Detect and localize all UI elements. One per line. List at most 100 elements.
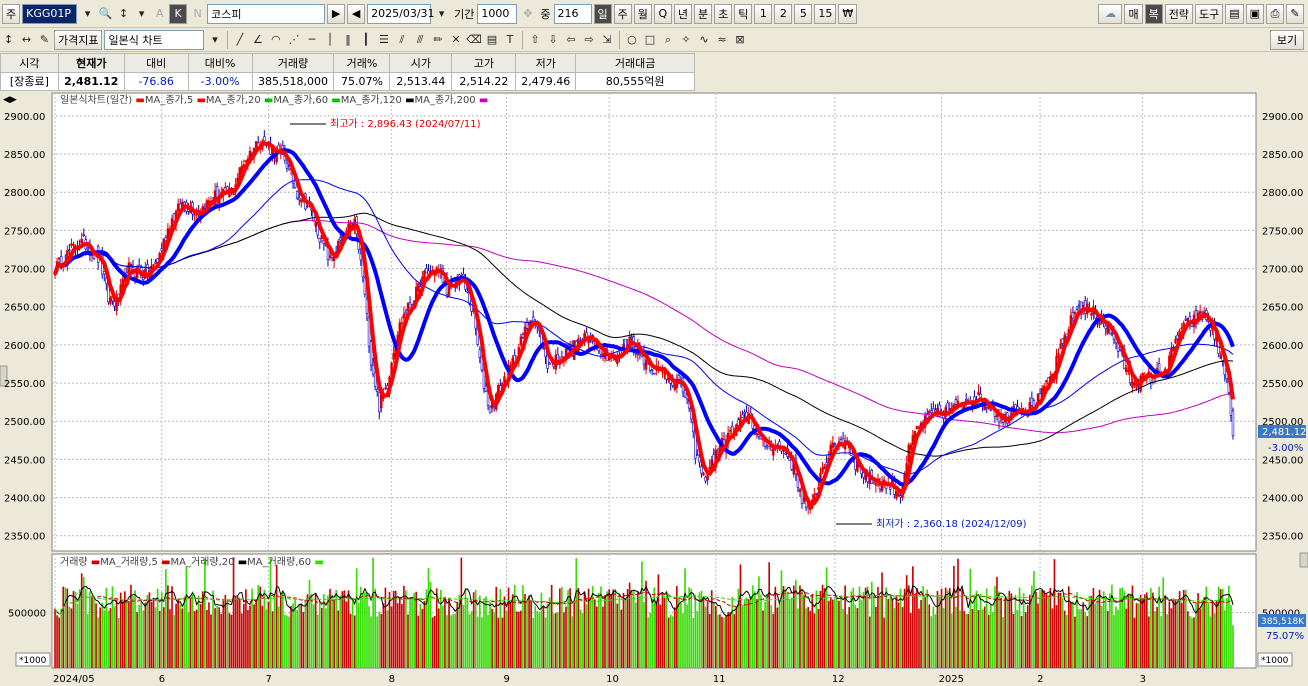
fib-time-icon[interactable]: ┃ [357,30,374,50]
grid-lines-icon[interactable]: ☰ [375,30,392,50]
pencil-icon[interactable]: ✏ [429,30,446,50]
next-icon[interactable]: ▶ [327,3,346,24]
volume-bar [680,603,682,668]
gann-icon[interactable]: ⫽ [393,30,410,50]
edit-icon[interactable]: ✎ [36,30,53,50]
fan-tool-icon[interactable]: ⋰ [285,30,302,50]
period-5[interactable]: 5 [794,3,813,24]
quote-header: 저가 [515,53,577,73]
move-icon[interactable]: ✥ [519,4,536,24]
horizontal-line-icon[interactable]: ─ [303,30,320,50]
candle-body [527,322,531,326]
period-month[interactable]: 월 [633,3,652,24]
save-icon[interactable]: ▣ [1245,3,1264,24]
period-day[interactable]: 일 [593,3,612,24]
sort-icon[interactable]: ↕ [115,4,132,24]
eraser-icon[interactable]: ⌫ [465,30,482,50]
line-tool-icon[interactable]: ╱ [231,30,248,50]
period-15[interactable]: 15 [814,3,837,24]
magic-icon[interactable]: ✧ [677,30,694,50]
vol-tick-label: 500000 [8,608,46,619]
volume-bar [813,613,816,668]
prev-icon[interactable]: ◀ [347,3,366,24]
cross-icon[interactable]: ✕ [447,30,464,50]
bok-button[interactable]: 복 [1144,3,1163,24]
print-icon[interactable]: ⎙ [1266,3,1284,24]
n-button[interactable]: N [189,4,206,24]
chart-type-button[interactable]: 주 [2,3,21,24]
a-icon[interactable]: A [151,4,168,24]
volume-bar [690,588,693,668]
volume-bar [532,617,535,668]
panel-nav-icon[interactable]: ◀▶ [3,95,17,105]
rectangle-icon[interactable]: □ [641,30,658,50]
k-button[interactable]: K [169,3,188,24]
wave-icon[interactable]: ≈ [713,30,730,50]
arrow-left-icon[interactable]: ⇦ [562,30,579,50]
strategy-button[interactable]: 전략 [1164,3,1193,24]
note-icon[interactable]: ▤ [483,30,500,50]
volume-bar [522,585,524,668]
period-minute[interactable]: 분 [694,3,713,24]
chart-type-select[interactable]: 일본식 차트 [104,29,205,50]
price-index-button[interactable]: 가격지표 [54,29,103,50]
code-input[interactable]: KGG01P [22,3,78,24]
settings-icon[interactable]: ✎ [1286,3,1304,24]
circle-icon[interactable]: ○ [623,30,640,50]
period-year[interactable]: 년 [673,3,692,24]
period-tick[interactable]: 틱 [734,3,753,24]
leftright-icon[interactable]: ↔ [18,30,35,50]
volume-bar [193,611,196,668]
right-collapse-handle[interactable] [1299,552,1308,568]
candle-body [601,353,605,356]
volume-bar [1209,616,1212,668]
vertical-line-icon[interactable]: │ [321,30,338,50]
fib-icon[interactable]: ‖ [339,30,356,50]
mid-input[interactable]: 216 [553,3,592,24]
period-second[interactable]: 초 [714,3,733,24]
volume-bar [197,595,200,668]
period-week[interactable]: 주 [613,3,632,24]
volume-bar [1125,608,1128,668]
delete-icon[interactable]: ⊠ [731,30,748,50]
market-name-field[interactable]: 코스피 [207,3,326,24]
arrow-down-icon[interactable]: ⇩ [544,30,561,50]
arrow-box-icon[interactable]: ⇲ [598,30,615,50]
date-input[interactable]: 2025/03/31 [367,3,435,24]
tools-button[interactable]: 도구 [1194,3,1224,24]
chart-type-dropdown-icon[interactable]: ▾ [206,30,223,50]
folder-icon[interactable]: ▤ [1225,3,1244,24]
view-button[interactable]: 보기 [1270,29,1304,50]
search-icon[interactable]: 🔍 [97,4,114,24]
volume-bar [616,603,619,668]
calendar-dropdown-icon[interactable]: ▾ [433,4,450,24]
period-1[interactable]: 1 [754,3,773,24]
volume-bar [341,591,344,668]
candle-body [1110,333,1114,335]
volume-bar [138,604,140,668]
arc-tool-icon[interactable]: ◠ [267,30,284,50]
period-2[interactable]: 2 [774,3,793,24]
candle-body [503,376,506,383]
dropdown-icon[interactable]: ▾ [133,4,150,24]
code-dropdown-icon[interactable]: ▾ [79,4,96,24]
text-icon[interactable]: T [501,30,518,50]
updown-icon[interactable]: ↕ [0,30,17,50]
chart-area[interactable]: ◀▶ 2350.00 2350.00 2400.00 2400.00 2450.00 24… [0,91,1308,686]
channel-icon[interactable]: ⫻ [411,30,428,50]
grid-icon[interactable]: ₩ [838,3,858,24]
maebutton[interactable]: 매 [1124,3,1143,24]
candle-body [425,267,428,274]
quote-current: 2,481.12 [57,71,125,91]
arrow-right-icon[interactable]: ⇨ [580,30,597,50]
period-quarter[interactable]: Q [653,3,672,24]
arrow-up-icon[interactable]: ⇧ [526,30,543,50]
candle-body [285,162,289,169]
angle-tool-icon[interactable]: ∠ [249,30,266,50]
cloud-icon[interactable]: ☁ [1098,3,1123,24]
period-input[interactable]: 1000 [477,3,518,24]
volume-bar [495,586,498,668]
indicator-icon[interactable]: ∿ [695,30,712,50]
volume-bar [345,601,348,668]
zoom-icon[interactable]: ⌕ [659,30,676,50]
